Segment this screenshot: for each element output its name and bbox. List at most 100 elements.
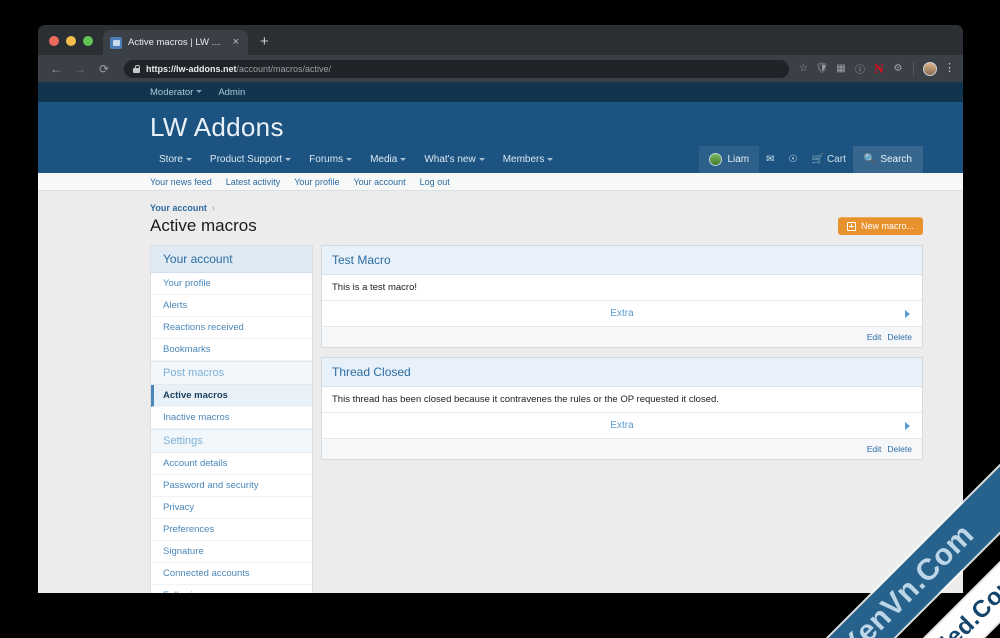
new-macro-button[interactable]: New macro... xyxy=(837,217,923,235)
netflix-icon[interactable]: N xyxy=(873,61,885,76)
staff-bar: Moderator Admin xyxy=(38,82,963,102)
page-viewport: Moderator Admin LW Addons Store Product … xyxy=(38,82,963,593)
user-menu[interactable]: Liam xyxy=(699,146,760,173)
url-text: https://lw-addons.net/account/macros/act… xyxy=(146,64,331,74)
new-macro-label: New macro... xyxy=(860,221,914,231)
inbox-icon[interactable]: ✉ xyxy=(759,154,781,165)
forward-icon[interactable]: → xyxy=(70,59,90,79)
sidebar-item-your-profile[interactable]: Your profile xyxy=(151,273,312,295)
browser-window: Active macros | LW Addons × + ← → ⟳ http… xyxy=(38,25,963,593)
sidebar-item-following[interactable]: Following xyxy=(151,585,312,593)
sidebar-item-bookmarks[interactable]: Bookmarks xyxy=(151,339,312,361)
macro-actions: Edit Delete xyxy=(322,439,922,459)
plus-icon xyxy=(846,221,856,231)
breadcrumb-separator: › xyxy=(211,203,215,213)
sidebar-item-preferences[interactable]: Preferences xyxy=(151,519,312,541)
nav-item-media[interactable]: Media xyxy=(361,154,415,165)
macro-title: Thread Closed xyxy=(322,358,922,387)
toolbar-divider xyxy=(913,61,914,76)
nav-item-product-support[interactable]: Product Support xyxy=(201,154,300,165)
minimize-window-button[interactable] xyxy=(66,36,76,46)
window-icon[interactable]: ▦ xyxy=(835,63,847,75)
macro-delete-link[interactable]: Delete xyxy=(887,444,912,454)
nav-item-whats-new[interactable]: What's new xyxy=(415,154,493,165)
sidebar-item-account-details[interactable]: Account details xyxy=(151,453,312,475)
profile-avatar[interactable] xyxy=(923,61,937,76)
shield-icon[interactable]: 🛡 xyxy=(816,63,829,75)
close-window-button[interactable] xyxy=(49,36,59,46)
macro-body: This is a test macro! xyxy=(322,275,922,301)
reload-icon[interactable]: ⟳ xyxy=(94,59,114,79)
site-masthead: LW Addons xyxy=(38,102,963,146)
star-icon[interactable]: ☆ xyxy=(799,63,808,74)
chevron-down-icon xyxy=(196,90,203,93)
sidebar-item-connected-accounts[interactable]: Connected accounts xyxy=(151,563,312,585)
page-title: Active macros xyxy=(150,216,257,235)
page-title-row: Active macros New macro... xyxy=(150,215,923,245)
close-tab-icon[interactable]: × xyxy=(231,37,241,48)
browser-menu-icon[interactable]: ⋮ xyxy=(944,63,955,74)
staff-item-admin[interactable]: Admin xyxy=(218,87,245,98)
subnav-item-log-out[interactable]: Log out xyxy=(420,177,450,187)
nav-right-group: Liam ✉ ☉ 🛒 Cart 🔍 Search xyxy=(699,146,923,173)
address-bar[interactable]: https://lw-addons.net/account/macros/act… xyxy=(124,59,790,78)
window-controls[interactable] xyxy=(38,36,103,55)
macro-actions: Edit Delete xyxy=(322,327,922,347)
maximize-window-button[interactable] xyxy=(83,36,93,46)
alerts-bell-icon[interactable]: ☉ xyxy=(782,154,805,165)
nav-item-forums[interactable]: Forums xyxy=(300,154,361,165)
macro-delete-link[interactable]: Delete xyxy=(887,332,912,342)
macro-extra-label: Extra xyxy=(610,420,634,431)
sidebar-item-signature[interactable]: Signature xyxy=(151,541,312,563)
new-tab-button[interactable]: + xyxy=(248,34,269,55)
browser-toolbar: ← → ⟳ https://lw-addons.net/account/macr… xyxy=(38,55,963,82)
subnav-item-your-account[interactable]: Your account xyxy=(353,177,405,187)
subnav-item-latest-activity[interactable]: Latest activity xyxy=(226,177,281,187)
page-content: Your account › Active macros New macro..… xyxy=(38,191,963,593)
chevron-down-icon xyxy=(185,157,192,161)
sidebar-section-settings: Settings xyxy=(151,429,312,453)
chevron-right-icon xyxy=(905,421,910,430)
sidebar-item-inactive-macros[interactable]: Inactive macros xyxy=(151,407,312,429)
sidebar-item-alerts[interactable]: Alerts xyxy=(151,295,312,317)
sidebar-item-password-and-security[interactable]: Password and security xyxy=(151,475,312,497)
cart-button[interactable]: 🛒 Cart xyxy=(805,154,853,165)
chevron-down-icon xyxy=(285,157,292,161)
cart-icon: 🛒 xyxy=(811,154,824,165)
breadcrumb: Your account › xyxy=(150,199,923,215)
site-logo[interactable]: LW Addons xyxy=(150,112,963,143)
macro-list: Test Macro This is a test macro! Extra E… xyxy=(321,245,923,469)
subnav-item-your-profile[interactable]: Your profile xyxy=(294,177,339,187)
gear-icon[interactable]: ⚙ xyxy=(892,63,904,75)
extension-icons: 🛡 ▦ ⓘ N ⚙ ⋮ xyxy=(812,61,955,77)
browser-tab[interactable]: Active macros | LW Addons × xyxy=(103,30,248,55)
macro-card: Test Macro This is a test macro! Extra E… xyxy=(321,245,923,348)
back-icon[interactable]: ← xyxy=(46,59,66,79)
staff-item-moderator[interactable]: Moderator xyxy=(150,87,203,98)
chevron-down-icon xyxy=(400,157,407,161)
cart-label: Cart xyxy=(826,154,846,165)
tab-strip: Active macros | LW Addons × + xyxy=(38,25,963,55)
macro-extra-toggle[interactable]: Extra xyxy=(322,413,922,439)
search-button[interactable]: 🔍 Search xyxy=(852,146,923,173)
macro-edit-link[interactable]: Edit xyxy=(867,444,882,454)
sidebar-item-reactions-received[interactable]: Reactions received xyxy=(151,317,312,339)
search-icon: 🔍 xyxy=(863,154,877,165)
nav-item-store[interactable]: Store xyxy=(150,154,201,165)
chevron-right-icon xyxy=(905,309,910,318)
sidebar-item-active-macros[interactable]: Active macros xyxy=(151,385,312,407)
sidebar-section-post-macros: Post macros xyxy=(151,361,312,385)
macro-extra-label: Extra xyxy=(610,308,634,319)
main-navigation: Store Product Support Forums Media What'… xyxy=(38,146,963,173)
nav-item-members[interactable]: Members xyxy=(494,154,563,165)
macro-edit-link[interactable]: Edit xyxy=(867,332,882,342)
info-icon[interactable]: ⓘ xyxy=(854,63,866,76)
macro-extra-toggle[interactable]: Extra xyxy=(322,301,922,327)
macro-card: Thread Closed This thread has been close… xyxy=(321,357,923,460)
chevron-down-icon xyxy=(547,157,554,161)
breadcrumb-item-your-account[interactable]: Your account xyxy=(150,203,207,213)
user-avatar xyxy=(709,153,723,166)
subnav-item-news-feed[interactable]: Your news feed xyxy=(150,177,212,187)
sidebar-item-privacy[interactable]: Privacy xyxy=(151,497,312,519)
macro-body: This thread has been closed because it c… xyxy=(322,387,922,413)
